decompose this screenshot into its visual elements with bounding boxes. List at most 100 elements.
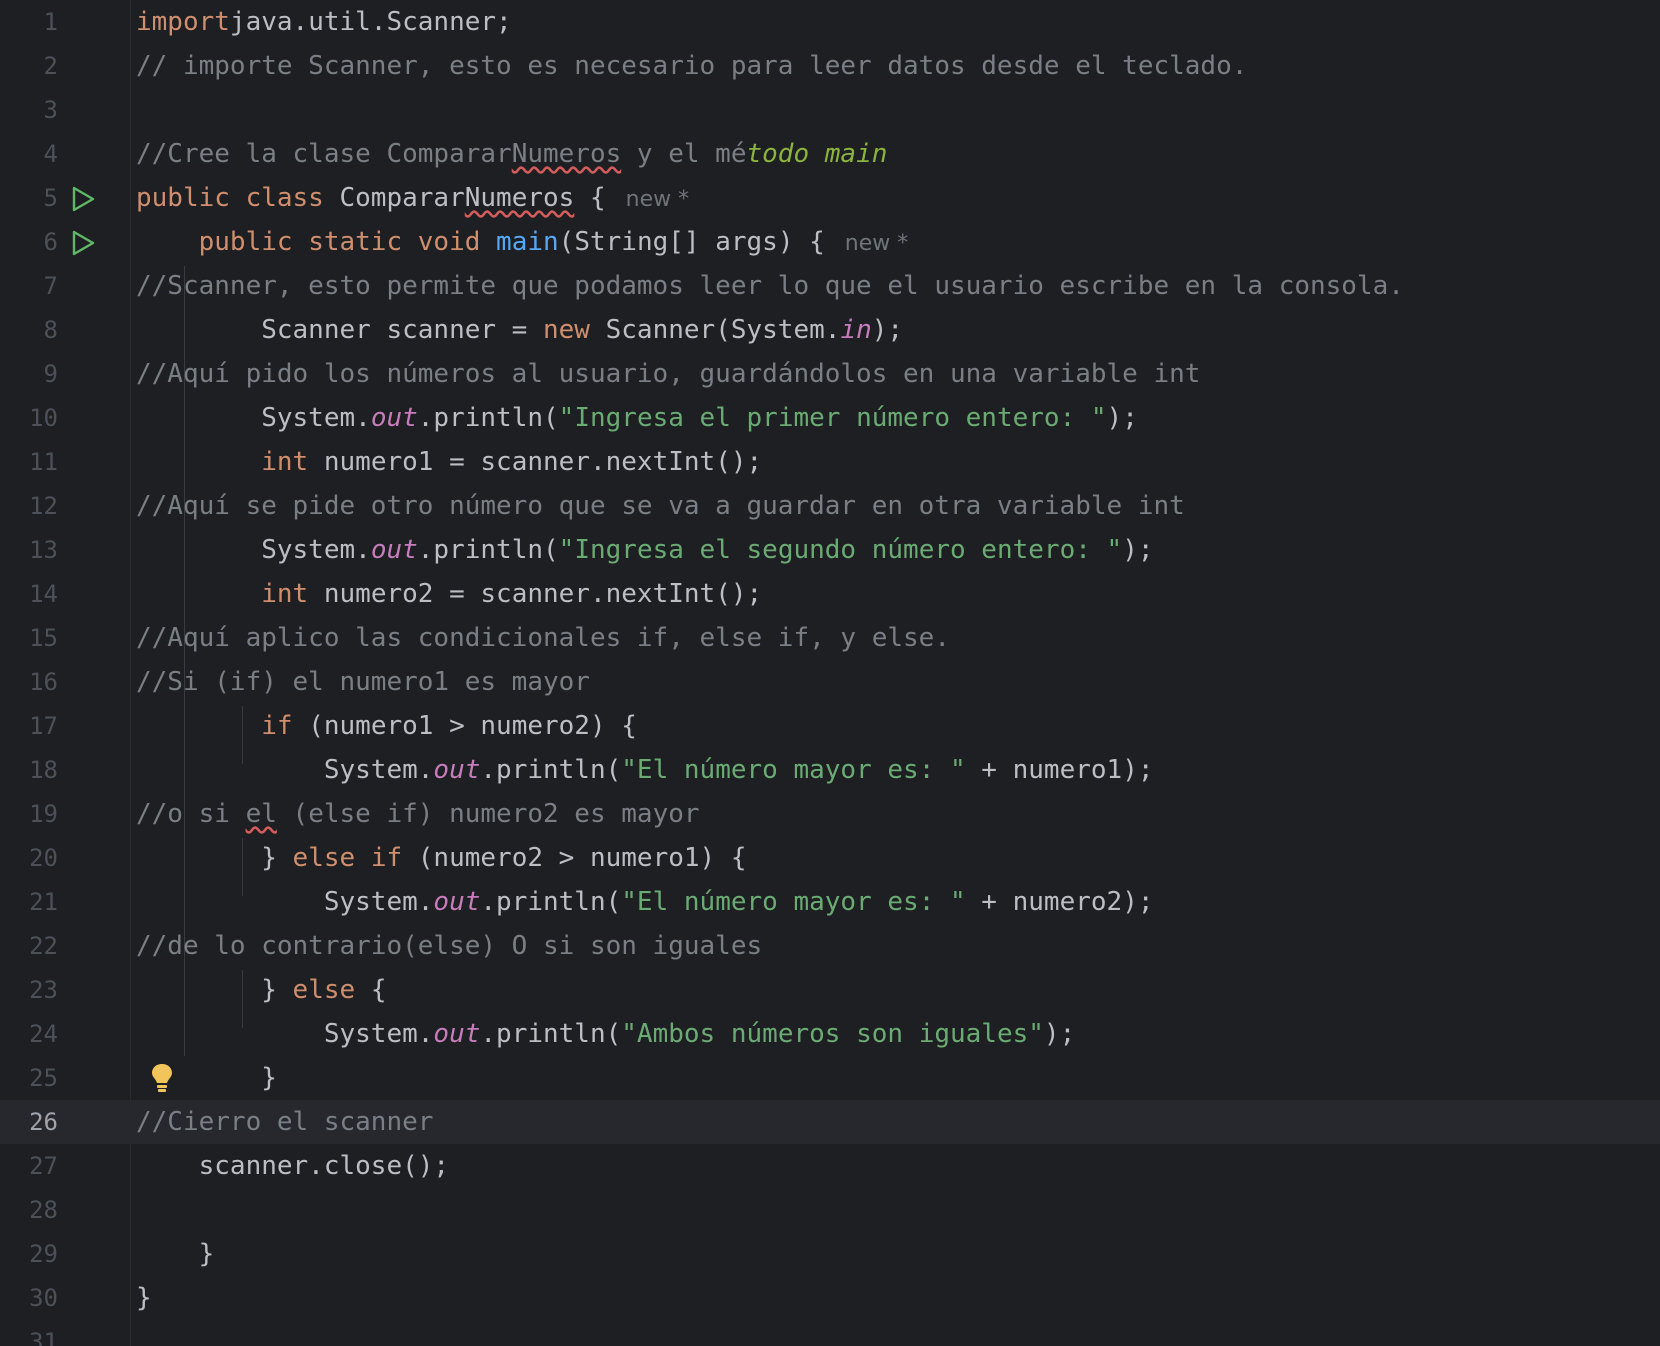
code-token: + numero1); (965, 755, 1154, 785)
code-text[interactable]: //o si el (else if) numero2 es mayor (136, 792, 700, 836)
code-text[interactable]: //de lo contrario(else) O si son iguales (136, 924, 762, 968)
code-token: //Aquí se pide otro número que se va a g… (136, 491, 1185, 521)
code-token: System. (136, 755, 434, 785)
code-line[interactable]: 9 //Aquí pido los números al usuario, gua… (0, 352, 1660, 396)
code-token: out (370, 403, 418, 433)
code-editor[interactable]: 1 importjava.util.Scanner; 2 // importe Sca… (0, 0, 1660, 1346)
code-line[interactable]: 3 (0, 88, 1660, 132)
code-token: } (136, 1239, 215, 1269)
code-line[interactable]: 18 System.out.println("El número mayor e… (0, 748, 1660, 792)
code-text[interactable]: Scanner scanner = new Scanner(System.in)… (136, 308, 903, 352)
code-text[interactable]: public static void main(String[] args) {… (136, 220, 909, 266)
line-number: 5 (43, 184, 58, 212)
code-line[interactable]: 1 importjava.util.Scanner; (0, 0, 1660, 44)
line-number: 10 (29, 404, 58, 432)
code-text[interactable]: // importe Scanner, esto es necesario pa… (136, 44, 1247, 88)
code-text[interactable]: } (136, 1232, 215, 1276)
line-number: 21 (29, 888, 58, 916)
code-token: else if (292, 843, 418, 873)
code-token: Numeros (464, 183, 575, 213)
code-line[interactable]: 13 System.out.println("Ingresa el segund… (0, 528, 1660, 572)
code-token: "El número mayor es: " (621, 755, 966, 785)
code-text[interactable]: int numero2 = scanner.nextInt(); (136, 572, 762, 616)
code-line[interactable]: 19 //o si el (else if) numero2 es mayor (0, 792, 1660, 836)
code-text[interactable]: System.out.println("Ingresa el segundo n… (136, 528, 1153, 572)
code-text[interactable]: int numero1 = scanner.nextInt(); (136, 440, 762, 484)
line-number: 31 (29, 1328, 58, 1346)
line-number: 8 (43, 316, 58, 344)
code-token: { (370, 975, 387, 1005)
code-line[interactable]: 31 (0, 1320, 1660, 1346)
code-text[interactable]: System.out.println("Ingresa el primer nú… (136, 396, 1138, 440)
code-text[interactable]: } else { (136, 968, 386, 1012)
code-line[interactable]: 30} (0, 1276, 1660, 1320)
code-line[interactable]: 16 //Si (if) el numero1 es mayor (0, 660, 1660, 704)
code-line[interactable]: 26 //Cierro el scanner (0, 1100, 1660, 1144)
code-token: out (433, 755, 481, 785)
code-token: (else if) numero2 es mayor (276, 799, 700, 829)
code-line[interactable]: 29 } (0, 1232, 1660, 1276)
code-line[interactable]: 5 public class CompararNumeros {new * (0, 176, 1660, 220)
code-token: System. (136, 403, 371, 433)
code-line[interactable]: 17 if (numero1 > numero2) { (0, 704, 1660, 748)
code-text[interactable]: System.out.println("El número mayor es: … (136, 880, 1154, 924)
code-token: todo main (746, 139, 888, 169)
code-line[interactable]: 25 } (0, 1056, 1660, 1100)
line-number: 7 (43, 272, 58, 300)
code-text[interactable]: //Aquí aplico las condicionales if, else… (136, 616, 950, 660)
code-text[interactable]: //Si (if) el numero1 es mayor (136, 660, 590, 704)
run-triangle-icon[interactable] (70, 230, 96, 256)
code-line[interactable]: 12 //Aquí se pide otro número que se va a… (0, 484, 1660, 528)
code-token: Scanner scanner = (136, 315, 543, 345)
code-text[interactable]: System.out.println("El número mayor es: … (136, 748, 1154, 792)
code-text[interactable]: importjava.util.Scanner; (136, 0, 512, 44)
code-text[interactable]: if (numero1 > numero2) { (136, 704, 637, 748)
code-text[interactable]: //Aquí se pide otro número que se va a g… (136, 484, 1185, 528)
code-line[interactable]: 20 } else if (numero2 > numero1) { (0, 836, 1660, 880)
code-text[interactable]: System.out.println("Ambos números son ig… (136, 1012, 1075, 1056)
code-token: //de lo contrario(else) O si son iguales (136, 931, 763, 961)
code-line[interactable]: 28 (0, 1188, 1660, 1232)
code-line[interactable]: 24 System.out.println("Ambos números son… (0, 1012, 1660, 1056)
code-line[interactable]: 2 // importe Scanner, esto es necesario p… (0, 44, 1660, 88)
code-line[interactable]: 8 Scanner scanner = new Scanner(System.i… (0, 308, 1660, 352)
code-text[interactable]: public class CompararNumeros {new * (136, 176, 689, 222)
code-line[interactable]: 15 //Aquí aplico las condicionales if, el… (0, 616, 1660, 660)
code-text[interactable]: } (136, 1056, 277, 1100)
code-line[interactable]: 10 System.out.println("Ingresa el primer… (0, 396, 1660, 440)
line-number: 17 (29, 712, 58, 740)
inlay-hint[interactable]: new * (626, 187, 689, 212)
code-line[interactable]: 27 scanner.close(); (0, 1144, 1660, 1188)
code-text[interactable]: //Cree la clase CompararNumeros y el mét… (136, 132, 887, 176)
code-text[interactable]: //Scanner, esto permite que podamos leer… (136, 264, 1404, 308)
code-line[interactable]: 23 } else { (0, 968, 1660, 1012)
code-text[interactable]: //Aquí pido los números al usuario, guar… (136, 352, 1200, 396)
code-line[interactable]: 4 //Cree la clase CompararNumeros y el mé… (0, 132, 1660, 176)
code-token: "Ingresa el segundo número entero: " (558, 535, 1123, 565)
code-token: int (261, 447, 324, 477)
code-token: //Scanner, esto permite que podamos leer… (136, 271, 1404, 301)
code-line[interactable]: 22 //de lo contrario(else) O si son igual… (0, 924, 1660, 968)
run-triangle-icon[interactable] (70, 186, 96, 212)
code-token: (String[] args) { (558, 227, 825, 257)
code-token: //Cierro el scanner (136, 1107, 434, 1137)
code-text[interactable]: scanner.close(); (136, 1144, 449, 1188)
line-number: 9 (43, 360, 58, 388)
code-token: //Aquí aplico las condicionales if, else… (136, 623, 950, 653)
code-line[interactable]: 6 public static void main(String[] args)… (0, 220, 1660, 264)
code-token: System. (136, 535, 371, 565)
code-token: } (136, 975, 293, 1005)
code-line[interactable]: 7 //Scanner, esto permite que podamos lee… (0, 264, 1660, 308)
code-text[interactable]: } else if (numero2 > numero1) { (136, 836, 747, 880)
code-line[interactable]: 21 System.out.println("El número mayor e… (0, 880, 1660, 924)
code-line[interactable]: 11 int numero1 = scanner.nextInt(); (0, 440, 1660, 484)
code-token: // importe Scanner, esto es necesario pa… (136, 51, 1248, 81)
code-token: out (433, 1019, 481, 1049)
code-text[interactable]: } (136, 1276, 152, 1320)
code-line[interactable]: 14 int numero2 = scanner.nextInt(); (0, 572, 1660, 616)
code-token: (numero2 > numero1) { (417, 843, 747, 873)
inlay-hint[interactable]: new * (845, 231, 908, 256)
code-token: import (136, 7, 230, 37)
code-text[interactable]: //Cierro el scanner (136, 1100, 433, 1144)
